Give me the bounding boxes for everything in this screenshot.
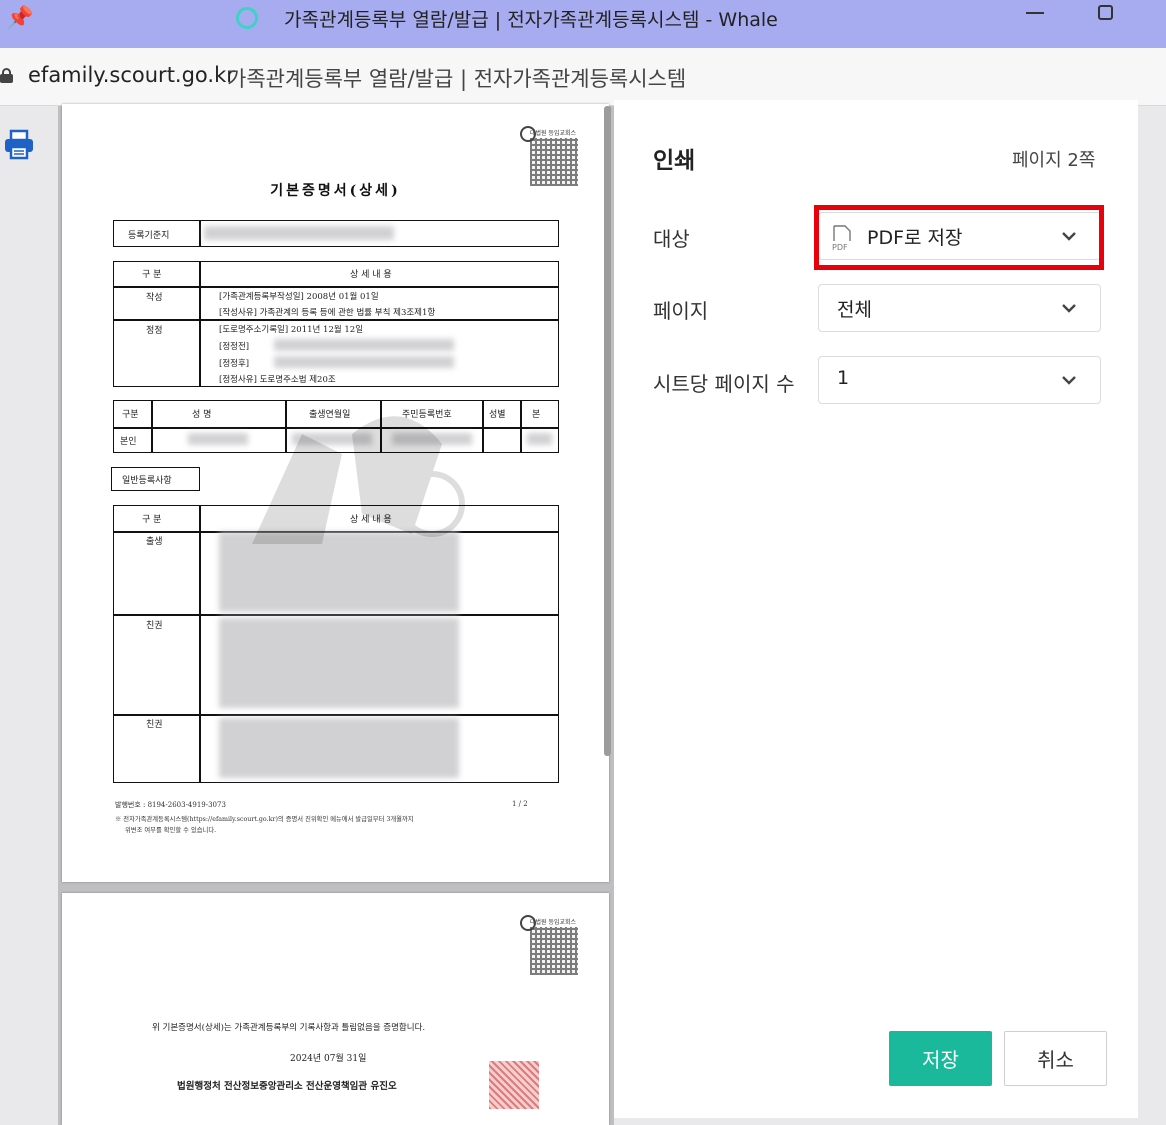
person-header-5: 본 — [532, 410, 541, 420]
highlight-box — [814, 205, 1104, 270]
preview-scrollbar[interactable] — [604, 106, 611, 756]
browser-side-strip — [0, 106, 58, 1125]
issuer-name: 법원행정처 전산정보중앙관리소 전산운영책임관 유진오 — [177, 1081, 397, 1092]
general-label: 일반등록사항 — [122, 476, 172, 486]
pin-icon[interactable]: 📌 — [6, 6, 33, 31]
issue-date: 2024년 07월 31일 — [290, 1054, 367, 1064]
row-birth-label: 출생 — [146, 537, 163, 547]
reg-base-label: 등록기준지 — [128, 231, 170, 241]
pages-select[interactable]: 전체 — [818, 284, 1101, 332]
correct-line-4: [정정사유] 도로명주소법 제20조 — [219, 375, 336, 385]
lock-icon — [0, 68, 13, 83]
redacted-block-2 — [219, 618, 459, 708]
url-page-title: 가족관계등록부 열람/발급 | 전자가족관계등록시스템 — [227, 67, 687, 91]
row-kin1-label: 친권 — [146, 621, 163, 631]
redacted-text — [204, 226, 394, 240]
printer-icon[interactable] — [3, 128, 37, 162]
url-domain[interactable]: efamily.scourt.go.kr — [28, 63, 235, 87]
redacted-block-3 — [219, 718, 459, 778]
footer-note-2: 위변조 여부를 확인할 수 있습니다. — [125, 827, 217, 834]
correct-line-2: [정정전] — [219, 342, 250, 352]
person-header-0: 구분 — [122, 410, 139, 420]
details-section-header: 구 분 — [142, 515, 162, 525]
preview-page-2: 대법원 등입교회스 위 기본증명서(상세)는 가족관계등록부의 기록사항과 틀림… — [62, 893, 609, 1125]
cancel-button[interactable]: 취소 — [1004, 1031, 1107, 1086]
per-sheet-label: 시트당 페이지 수 — [653, 372, 795, 396]
pages-value: 전체 — [837, 299, 872, 321]
maximize-icon[interactable] — [1098, 5, 1113, 20]
minimize-icon[interactable] — [1026, 12, 1044, 14]
correct-line-3: [정정후] — [219, 359, 250, 369]
detail-header: 상 세 내 용 — [350, 270, 392, 280]
create-line-2: [작성사유] 가족관계의 등록 등에 관한 법률 부칙 제3조제1항 — [219, 308, 436, 318]
certification-statement: 위 기본증명서(상세)는 가족관계등록부의 기록사항과 틀림없음을 증명합니다. — [152, 1023, 426, 1033]
window-title: 가족관계등록부 열람/발급 | 전자가족관계등록시스템 - Whale — [284, 9, 778, 31]
person-header-1: 성 명 — [192, 410, 212, 420]
row-correct-label: 정정 — [146, 326, 163, 336]
qr-code-icon — [530, 138, 578, 186]
pages-label: 페이지 — [653, 299, 709, 323]
window-titlebar: 📌 가족관계등록부 열람/발급 | 전자가족관계등록시스템 - Whale — [0, 0, 1166, 48]
whale-logo-icon — [236, 7, 258, 29]
court-logo-icon-2 — [520, 915, 536, 931]
row-kin2-label: 친권 — [146, 720, 163, 730]
print-heading: 인쇄 — [653, 148, 696, 174]
document-title: 기본증명서(상세) — [270, 183, 401, 199]
qr-code-icon-2 — [530, 927, 578, 975]
footer-page-number: 1 / 2 — [512, 800, 528, 808]
address-bar[interactable]: efamily.scourt.go.kr 가족관계등록부 열람/발급 | 전자가… — [0, 48, 1166, 106]
footer-issue-number: 발행번호 : 8194-2603-4919-3073 — [115, 801, 226, 809]
qr-label-2: 대법원 등입교회스 — [530, 919, 577, 926]
qr-label: 대법원 등입교회스 — [530, 130, 577, 137]
chevron-down-icon — [1062, 304, 1076, 313]
per-sheet-select[interactable]: 1 — [818, 356, 1101, 404]
person-row-label: 본인 — [120, 437, 137, 447]
section-header: 구 분 — [142, 270, 162, 280]
person-header-4: 성별 — [489, 410, 506, 420]
page-count: 페이지 2쪽 — [1012, 150, 1096, 171]
chevron-down-icon — [1062, 376, 1076, 385]
create-line-1: [가족관계등록부작성일] 2008년 01월 01일 — [219, 292, 379, 302]
correct-line-1: [도로명주소기록일] 2011년 12월 12일 — [219, 325, 364, 335]
destination-label: 대상 — [653, 227, 690, 251]
save-button[interactable]: 저장 — [889, 1031, 992, 1086]
official-seal-icon — [489, 1061, 539, 1109]
row-create-label: 작성 — [146, 293, 163, 303]
preview-page-1: 대법원 등입교회스 기본증명서(상세) 등록기준지 구 분 상 세 내 용 작성… — [62, 104, 609, 882]
court-logo-icon — [520, 126, 536, 142]
court-watermark-icon — [252, 416, 465, 544]
footer-note-1: ※ 전자가족관계등록시스템(https://efamily.scourt.go.… — [115, 816, 414, 823]
per-sheet-value: 1 — [837, 367, 850, 389]
